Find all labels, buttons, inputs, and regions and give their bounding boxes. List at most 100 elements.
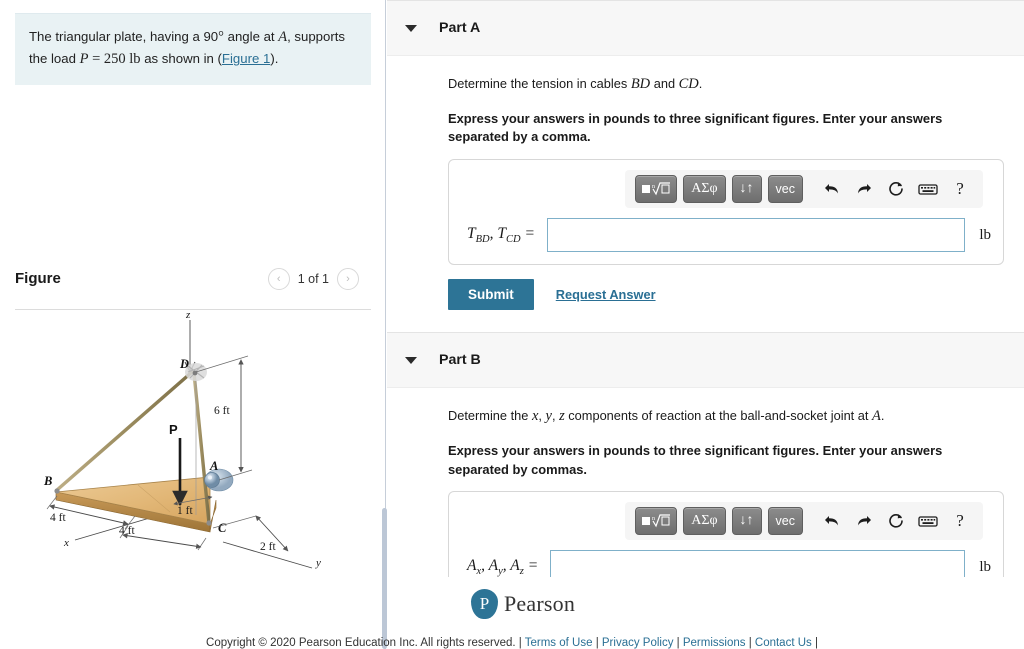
- part-a-answer-input[interactable]: [546, 218, 966, 253]
- part-a-sym-bd: BD: [630, 76, 651, 92]
- part-a-answer-row: TBD, TCD = lb: [461, 218, 991, 253]
- figure-next-button[interactable]: ›: [337, 268, 359, 290]
- keyboard-icon[interactable]: [915, 176, 941, 202]
- label-t2: T: [497, 225, 506, 243]
- privacy-policy-link[interactable]: Privacy Policy: [602, 637, 674, 649]
- nth-root-icon: n: [642, 514, 671, 528]
- label-point-a: A: [209, 459, 218, 473]
- part-a-question-mid: and: [650, 76, 679, 91]
- part-a-question-pre: Determine the tension in cables: [448, 76, 631, 91]
- sort-arrows-button[interactable]: ↓↑: [731, 175, 762, 204]
- vector-button[interactable]: vec: [767, 175, 803, 204]
- part-a-unit-label: lb: [979, 226, 991, 243]
- label-point-b: B: [43, 474, 52, 488]
- greek-symbols-button[interactable]: ΑΣφ: [683, 175, 726, 204]
- figure-1-link[interactable]: Figure 1: [222, 51, 270, 66]
- problem-text-4: as shown in (: [140, 51, 222, 67]
- reset-icon[interactable]: [883, 176, 909, 202]
- label-sub-cd: CD: [506, 234, 521, 246]
- permissions-link[interactable]: Permissions: [683, 637, 746, 649]
- problem-statement-box: The triangular plate, having a 90° angle…: [15, 13, 371, 85]
- part-a-answer-box: n ΑΣφ ↓↑ vec ? TBD, TCD = lb: [448, 159, 1004, 266]
- part-b-c2: ,: [551, 408, 560, 424]
- page-root: The triangular plate, having a 90° angle…: [0, 0, 1024, 649]
- greek-symbols-button[interactable]: ΑΣφ: [683, 507, 726, 536]
- label-point-d: D: [179, 357, 189, 371]
- help-icon[interactable]: ?: [947, 508, 973, 534]
- dim-4ft-upper-label: 4 ft: [50, 512, 66, 524]
- redo-icon[interactable]: [851, 176, 877, 202]
- chevron-left-icon: ‹: [276, 273, 281, 285]
- pearson-wordmark: Pearson: [504, 591, 576, 616]
- part-a-answer-label: TBD, TCD =: [461, 225, 535, 245]
- left-panel: The triangular plate, having a 90° angle…: [0, 0, 386, 649]
- part-a-actions: Submit Request Answer: [448, 279, 1004, 311]
- part-a-sym-cd: CD: [678, 76, 699, 92]
- collapse-caret-icon-part-b[interactable]: [405, 356, 417, 364]
- sep-2: |: [592, 637, 602, 649]
- point-a-symbol: A: [278, 29, 288, 45]
- help-icon[interactable]: ?: [947, 176, 973, 202]
- part-b-question-end: .: [880, 408, 885, 424]
- part-a-submit-button[interactable]: Submit: [448, 279, 534, 311]
- pearson-logo: P Pearson: [471, 589, 575, 619]
- reset-icon[interactable]: [883, 508, 909, 534]
- sep-3: |: [673, 637, 683, 649]
- problem-text-2: angle at: [223, 29, 279, 44]
- dim-1ft-label: 1 ft: [177, 505, 193, 517]
- part-b-question-post: components of reaction at the ball-and-s…: [564, 408, 873, 424]
- part-a-question: Determine the tension in cables BD and C…: [448, 74, 1004, 96]
- dim-6ft-label: 6 ft: [214, 405, 230, 417]
- math-template-button[interactable]: n: [635, 507, 678, 536]
- part-a-header[interactable]: Part A: [387, 0, 1024, 56]
- undo-icon[interactable]: [819, 508, 845, 534]
- part-a-question-end: .: [698, 76, 703, 91]
- label-equals: =: [520, 225, 535, 243]
- ball-socket-a: [204, 468, 234, 492]
- part-b-title: Part B: [439, 352, 481, 369]
- collapse-caret-icon-part-a[interactable]: [405, 24, 417, 32]
- label-c1: ,: [481, 557, 489, 575]
- dim-4ft-lower-label: 4 ft: [119, 525, 135, 537]
- copyright-text: Copyright © 2020 Pearson Education Inc. …: [206, 637, 516, 649]
- label-a2: A: [488, 557, 499, 575]
- math-template-button[interactable]: n: [635, 175, 678, 204]
- part-a-instruction: Express your answers in pounds to three …: [448, 110, 943, 145]
- label-t1: T: [467, 225, 476, 243]
- label-equals: =: [523, 557, 539, 575]
- copyright-bar: Copyright © 2020 Pearson Education Inc. …: [0, 637, 1024, 649]
- part-b-unit-label: lb: [979, 558, 991, 575]
- part-a-request-answer-link[interactable]: Request Answer: [556, 287, 656, 302]
- problem-text-1: The triangular plate, having a 90: [29, 29, 219, 44]
- redo-icon[interactable]: [851, 508, 877, 534]
- contact-us-link[interactable]: Contact Us: [755, 637, 812, 649]
- figure-page-label: 1 of 1: [297, 272, 329, 286]
- figure-prev-button[interactable]: ‹: [267, 268, 290, 290]
- figure-svg: y x z D A B C P 6 ft 4 ft 4 ft 1 ft 2 ft: [43, 309, 321, 569]
- label-point-c: C: [218, 521, 227, 535]
- problem-text-5: ).: [270, 51, 279, 67]
- terms-of-use-link[interactable]: Terms of Use: [525, 637, 593, 649]
- part-b-sym-a: A: [872, 408, 881, 425]
- part-b-instruction: Express your answers in pounds to three …: [448, 442, 943, 477]
- label-a3: A: [510, 557, 520, 575]
- part-a-math-toolbar: n ΑΣφ ↓↑ vec ?: [625, 170, 983, 209]
- undo-icon[interactable]: [819, 176, 845, 202]
- keyboard-icon[interactable]: [915, 508, 941, 534]
- figure-header: Figure ‹ 1 of 1 ›: [15, 268, 371, 310]
- part-b-math-toolbar: n ΑΣφ ↓↑ vec ?: [625, 502, 983, 541]
- sep-1: |: [515, 637, 525, 649]
- nth-root-icon: n: [642, 182, 671, 196]
- dim-2ft-label: 2 ft: [260, 541, 276, 553]
- load-value: = 250 lb: [88, 51, 141, 68]
- sort-arrows-button[interactable]: ↓↑: [731, 507, 762, 536]
- part-b-question: Determine the x, y, z components of reac…: [448, 406, 1004, 428]
- part-b-question-pre: Determine the: [448, 408, 532, 424]
- sep-4: |: [745, 637, 755, 649]
- label-sub-bd: BD: [475, 234, 490, 246]
- part-b-header[interactable]: Part B: [387, 332, 1024, 389]
- axis-label-x: x: [63, 537, 69, 549]
- problem-statement-text: The triangular plate, having a 90° angle…: [29, 26, 357, 71]
- part-a-title: Part A: [439, 20, 481, 36]
- vector-button[interactable]: vec: [767, 507, 803, 536]
